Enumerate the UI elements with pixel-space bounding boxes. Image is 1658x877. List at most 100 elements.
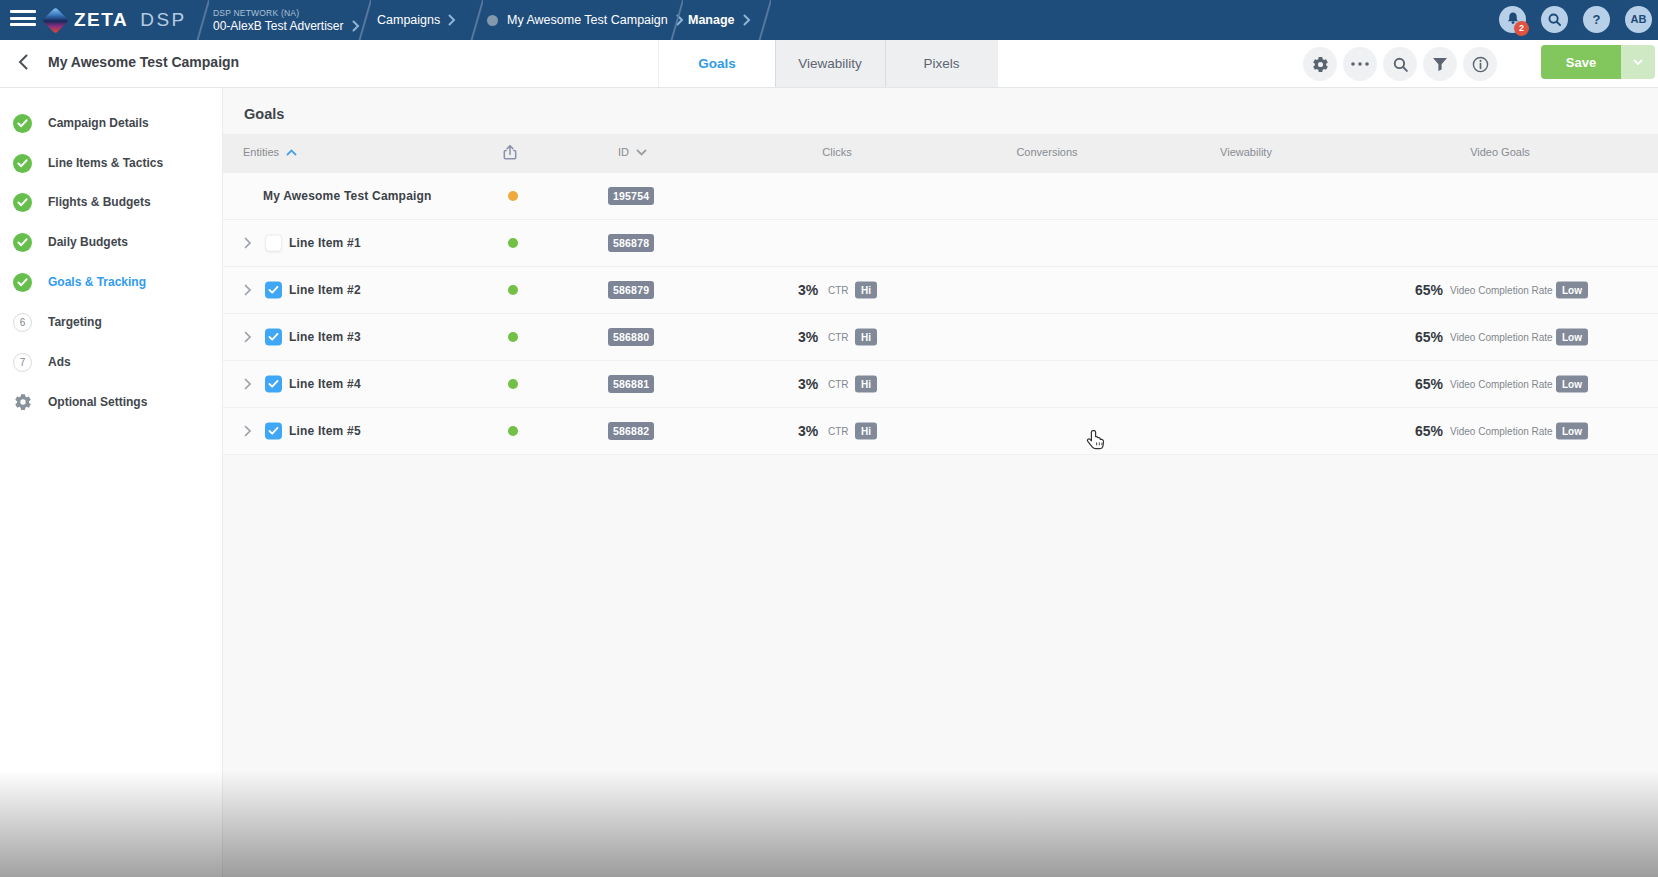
tab-goals[interactable]: Goals bbox=[658, 40, 775, 87]
row-checkbox-checked[interactable] bbox=[265, 329, 282, 346]
info-button[interactable] bbox=[1463, 47, 1497, 81]
bottom-fade-overlay bbox=[0, 770, 1658, 877]
table-row-line-item-3[interactable]: Line Item #3 586880 3% CTR Hi 65% Video … bbox=[223, 314, 1658, 361]
check-icon bbox=[13, 193, 32, 212]
sidebar-item-ads[interactable]: 7 Ads bbox=[0, 352, 222, 372]
video-level-badge: Low bbox=[1556, 376, 1588, 393]
video-level-badge: Low bbox=[1556, 423, 1588, 440]
row-name: My Awesome Test Campaign bbox=[263, 189, 432, 203]
sort-ascending-icon bbox=[286, 149, 297, 156]
check-icon bbox=[13, 233, 32, 252]
global-search-button[interactable] bbox=[1541, 6, 1568, 33]
expand-chevron-icon[interactable] bbox=[244, 425, 252, 437]
step-number: 6 bbox=[13, 313, 32, 332]
row-checkbox-checked[interactable] bbox=[265, 282, 282, 299]
chevron-right-icon bbox=[743, 14, 751, 26]
logo-text-zeta: ZETA bbox=[74, 9, 128, 31]
sidebar-item-campaign-details[interactable]: Campaign Details bbox=[0, 113, 222, 133]
table-row-line-item-1[interactable]: Line Item #1 586878 bbox=[223, 220, 1658, 267]
save-button[interactable]: Save bbox=[1541, 45, 1621, 79]
table-header: Entities ID Clicks Conversions Viewabili… bbox=[223, 134, 1658, 173]
save-dropdown-button[interactable] bbox=[1621, 45, 1655, 79]
breadcrumb-advertiser[interactable]: DSP NETWORK (NA) 00-AlexB Test Advertise… bbox=[213, 0, 360, 40]
video-value: 65% bbox=[1415, 329, 1443, 345]
row-checkbox-checked[interactable] bbox=[265, 376, 282, 393]
settings-button[interactable] bbox=[1303, 47, 1337, 81]
breadcrumb-divider bbox=[195, 0, 209, 40]
row-checkbox-unchecked[interactable] bbox=[265, 235, 282, 252]
zeta-logo-icon bbox=[42, 7, 69, 34]
video-level-badge: Low bbox=[1556, 282, 1588, 299]
tab-viewability[interactable]: Viewability bbox=[775, 40, 885, 87]
save-button-group: Save bbox=[1541, 45, 1655, 79]
table-row-campaign[interactable]: My Awesome Test Campaign 195754 bbox=[223, 173, 1658, 220]
expand-chevron-icon[interactable] bbox=[244, 237, 252, 249]
back-button[interactable] bbox=[18, 54, 28, 74]
export-button[interactable] bbox=[501, 134, 520, 170]
breadcrumb-campaign[interactable]: My Awesome Test Campaign bbox=[487, 0, 684, 40]
video-value: 65% bbox=[1415, 282, 1443, 298]
chevron-right-icon bbox=[448, 14, 456, 26]
column-header-entities[interactable]: Entities bbox=[243, 134, 297, 170]
more-options-button[interactable] bbox=[1343, 47, 1377, 81]
user-avatar[interactable]: AB bbox=[1625, 6, 1652, 33]
table-row-line-item-4[interactable]: Line Item #4 586881 3% CTR Hi 65% Video … bbox=[223, 361, 1658, 408]
avatar-initials: AB bbox=[1631, 13, 1647, 25]
video-label: Video Completion Rate bbox=[1450, 285, 1553, 296]
video-level-badge: Low bbox=[1556, 329, 1588, 346]
row-checkbox-checked[interactable] bbox=[265, 423, 282, 440]
sidebar-item-line-items[interactable]: Line Items & Tactics bbox=[0, 153, 222, 173]
table-row-line-item-5[interactable]: Line Item #5 586882 3% CTR Hi 65% Video … bbox=[223, 408, 1658, 455]
column-header-video-goals[interactable]: Video Goals bbox=[1470, 134, 1530, 170]
id-badge: 586878 bbox=[608, 234, 654, 252]
zeta-dsp-logo[interactable]: ZETA DSP bbox=[46, 0, 187, 40]
sidebar-item-flights-budgets[interactable]: Flights & Budgets bbox=[0, 192, 222, 212]
sidebar-item-goals-tracking[interactable]: Goals & Tracking bbox=[0, 272, 222, 292]
video-label: Video Completion Rate bbox=[1450, 332, 1553, 343]
id-badge: 586880 bbox=[608, 328, 654, 346]
breadcrumb-divider bbox=[669, 0, 683, 40]
check-icon bbox=[13, 154, 32, 173]
top-navigation-bar: ZETA DSP DSP NETWORK (NA) 00-AlexB Test … bbox=[0, 0, 1658, 40]
sidebar-item-daily-budgets[interactable]: Daily Budgets bbox=[0, 232, 222, 252]
status-dot-green bbox=[508, 238, 518, 248]
id-badge: 586881 bbox=[608, 375, 654, 393]
column-header-id[interactable]: ID bbox=[618, 134, 647, 170]
campaign-status-dot bbox=[487, 15, 498, 26]
search-button[interactable] bbox=[1383, 47, 1417, 81]
chevron-down-icon bbox=[1633, 59, 1643, 66]
sidebar-item-targeting[interactable]: 6 Targeting bbox=[0, 312, 222, 332]
id-badge: 195754 bbox=[608, 187, 654, 205]
filter-button[interactable] bbox=[1423, 47, 1457, 81]
column-header-conversions[interactable]: Conversions bbox=[1016, 134, 1077, 170]
step-number: 7 bbox=[13, 353, 32, 372]
mouse-cursor bbox=[1086, 429, 1105, 456]
table-row-line-item-2[interactable]: Line Item #2 586879 3% CTR Hi 65% Video … bbox=[223, 267, 1658, 314]
notifications-button[interactable]: 2 bbox=[1499, 6, 1526, 33]
chevron-left-icon bbox=[18, 54, 28, 70]
sidebar-item-optional-settings[interactable]: Optional Settings bbox=[0, 392, 222, 412]
breadcrumb-campaigns-label: Campaigns bbox=[377, 13, 440, 27]
breadcrumb-manage[interactable]: Manage bbox=[688, 0, 751, 40]
filter-icon bbox=[1432, 57, 1448, 72]
share-icon bbox=[501, 142, 520, 162]
status-dot-orange bbox=[508, 191, 518, 201]
clicks-value: 3% bbox=[798, 376, 818, 392]
status-dot-green bbox=[508, 285, 518, 295]
sidebar-nav: Campaign Details Line Items & Tactics Fl… bbox=[0, 88, 223, 877]
menu-icon[interactable] bbox=[10, 10, 36, 28]
expand-chevron-icon[interactable] bbox=[244, 284, 252, 296]
clicks-label: CTR bbox=[828, 426, 849, 437]
row-name: Line Item #5 bbox=[289, 424, 361, 438]
clicks-label: CTR bbox=[828, 332, 849, 343]
column-header-viewability[interactable]: Viewability bbox=[1220, 134, 1272, 170]
ellipsis-icon bbox=[1351, 62, 1369, 66]
breadcrumb-campaigns[interactable]: Campaigns bbox=[377, 0, 456, 40]
page-header: My Awesome Test Campaign Goals Viewabili… bbox=[0, 40, 1658, 88]
notification-badge: 2 bbox=[1514, 21, 1529, 36]
tab-pixels[interactable]: Pixels bbox=[885, 40, 998, 87]
column-header-clicks[interactable]: Clicks bbox=[822, 134, 851, 170]
expand-chevron-icon[interactable] bbox=[244, 331, 252, 343]
help-button[interactable]: ? bbox=[1583, 6, 1610, 33]
expand-chevron-icon[interactable] bbox=[244, 378, 252, 390]
